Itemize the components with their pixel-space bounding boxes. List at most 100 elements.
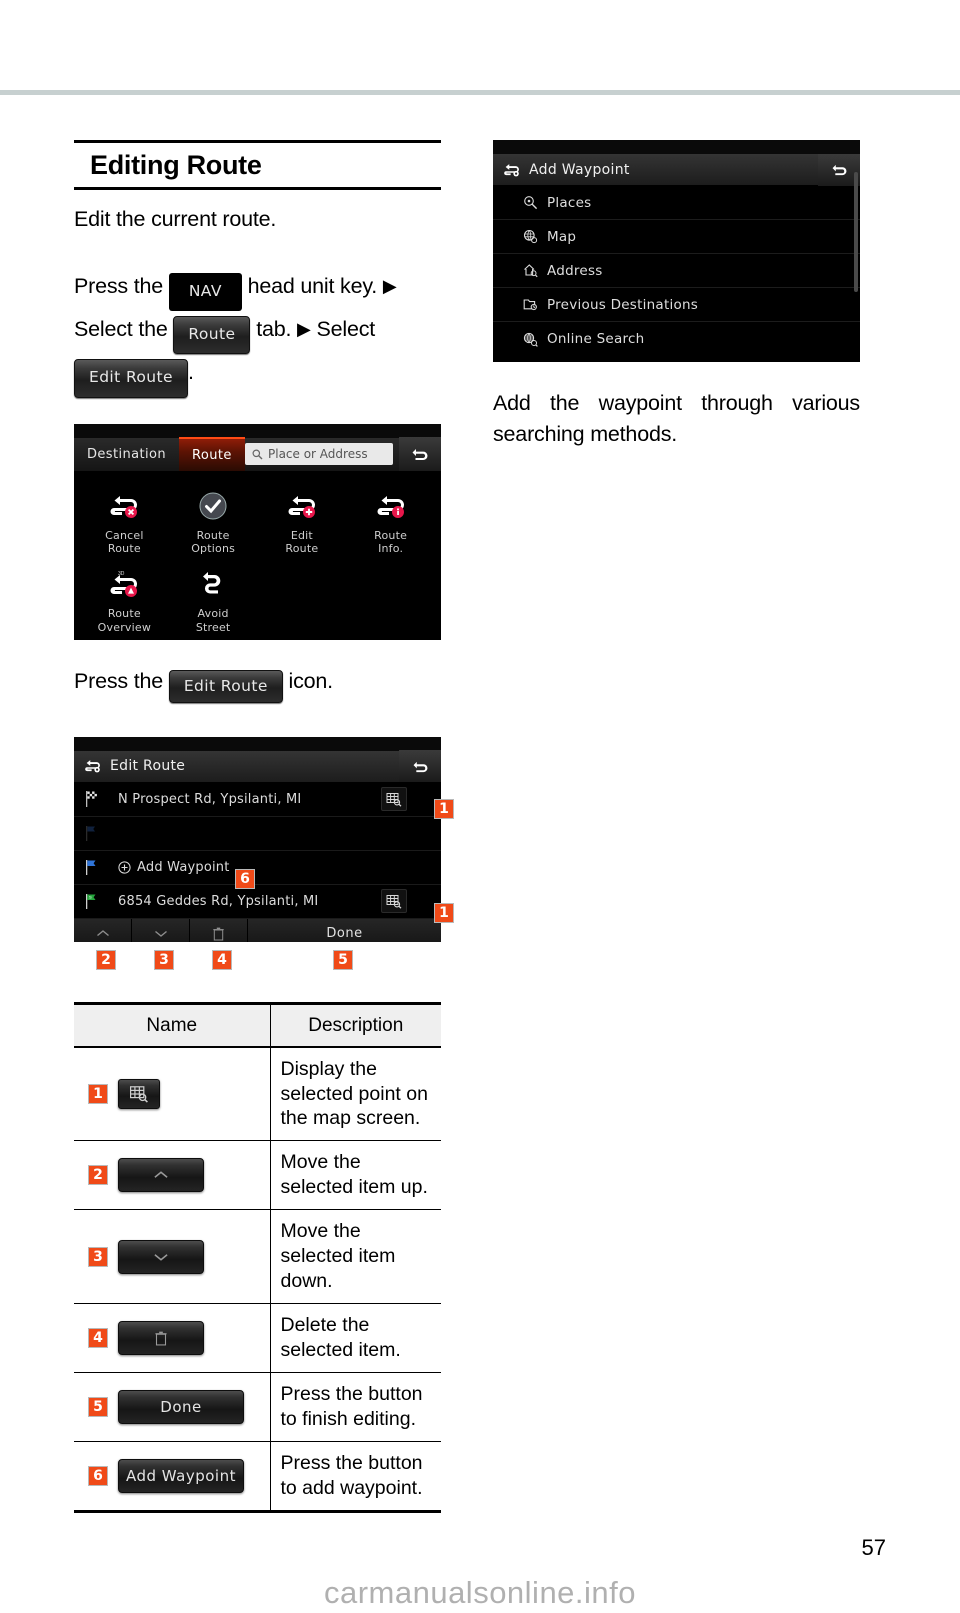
edit-route-row-empty <box>74 817 441 851</box>
add-waypoint-button-sample-label: Add Waypoint <box>125 1466 236 1485</box>
step-period: . <box>187 360 194 385</box>
search-input[interactable]: Place or Address <box>245 443 393 466</box>
route-info-icon <box>346 486 435 526</box>
grid-item-cancel-route[interactable]: Cancel Route <box>80 486 169 557</box>
tab-destination[interactable]: Destination <box>74 437 179 471</box>
device-top-strip <box>74 423 441 438</box>
back-arrow-icon-2 <box>412 760 429 773</box>
online-search-icon <box>523 332 538 347</box>
search-icon <box>252 449 263 460</box>
callout-badge-3: 3 <box>154 949 174 970</box>
delete-button-sample[interactable] <box>118 1321 204 1356</box>
places-search-icon <box>523 195 538 210</box>
grid-item-edit-route[interactable]: Edit Route <box>258 486 347 557</box>
step-text-3: Select the <box>74 317 168 342</box>
row-badge-1: 1 <box>88 1084 108 1104</box>
back-button[interactable] <box>399 437 441 472</box>
chevron-up-icon-sample <box>153 1170 169 1180</box>
tab-route[interactable]: Route <box>179 437 245 472</box>
left-column: Editing Route Edit the current route. Pr… <box>74 140 454 1513</box>
svg-text:S: S <box>89 895 92 900</box>
device-top-strip-3 <box>493 140 860 154</box>
grid-item-route-options[interactable]: Route Options <box>169 486 258 557</box>
column-header-name: Name <box>74 1003 271 1048</box>
waypoint-label-address: Address <box>547 262 603 279</box>
edit-route-toolbar: Done <box>74 918 441 942</box>
row-badge-3: 3 <box>88 1246 108 1267</box>
green-flag-icon: S <box>84 892 118 910</box>
grid-item-avoid-street[interactable]: Avoid Street <box>169 564 258 635</box>
trash-icon <box>213 927 224 941</box>
nav-key-chip: NAV <box>168 273 242 312</box>
list-scrollbar[interactable] <box>854 172 858 292</box>
grid-label-route-options: Route Options <box>191 528 236 556</box>
table-row: 5 Done Press the button to finish editin… <box>74 1372 441 1443</box>
section-heading: Editing Route <box>74 140 441 190</box>
waypoint-label-places: Places <box>547 194 592 211</box>
table-cell-desc-6: Press the button to add waypoint. <box>280 1452 423 1499</box>
delete-button[interactable] <box>190 918 248 942</box>
page-number: 57 <box>861 1535 886 1560</box>
edit-route-row-destination[interactable]: N Prospect Rd, Ypsilanti, MI <box>74 783 441 817</box>
chevron-up-icon <box>96 929 110 938</box>
nav-tab-bar: Destination Route Place or Address <box>74 437 441 472</box>
description-table: Name Description 1 Display the selected … <box>74 1001 441 1513</box>
table-row: 6 Add Waypoint Press the button to add w… <box>74 1441 441 1512</box>
grid-item-route-info[interactable]: Route Info. <box>346 486 435 557</box>
grid-label-route-info: Route Info. <box>374 528 408 556</box>
edit-route-back-button[interactable] <box>399 750 441 783</box>
route-options-icon <box>169 486 258 526</box>
edit-route-row-start[interactable]: S 6854 Geddes Rd, Ypsilanti, MI <box>74 885 441 919</box>
add-waypoint-title: Add Waypoint <box>529 161 630 178</box>
table-cell-desc-1: Display the selected point on the map sc… <box>270 1046 441 1142</box>
map-view-button-2[interactable] <box>381 889 407 914</box>
done-button-sample[interactable]: Done <box>118 1390 244 1425</box>
waypoint-menu-item-previous-destinations[interactable]: Previous Destinations <box>493 288 860 322</box>
cancel-route-icon <box>80 486 169 526</box>
edit-route-row-text-4: 6854 Geddes Rd, Ypsilanti, MI <box>118 893 319 909</box>
row-badge-5: 5 <box>88 1397 108 1418</box>
waypoint-menu-item-address[interactable]: Address <box>493 254 860 288</box>
grid-item-route-overview[interactable]: 3D Route Overview <box>80 564 169 635</box>
add-waypoint-icon <box>502 163 522 177</box>
waypoint-label-online-search: Online Search <box>547 331 645 347</box>
done-button[interactable]: Done <box>248 918 441 942</box>
waypoint-label-previous-destinations: Previous Destinations <box>547 296 699 313</box>
screenshot-edit-route-wrapper: Edit Route N Prospect Rd, Ypsilanti, MI … <box>74 736 454 970</box>
table-cell-desc-5: Press the button to finish editing. <box>270 1372 441 1443</box>
row-badge-6: 6 <box>88 1465 108 1486</box>
waypoint-menu-item-online-search[interactable]: Online Search <box>493 322 860 356</box>
move-down-button-sample[interactable] <box>118 1239 204 1274</box>
step-text-5: Select <box>316 317 376 342</box>
table-header-row: Name Description <box>74 1003 441 1048</box>
move-up-button[interactable] <box>74 918 132 942</box>
screenshot-route-menu: Destination Route Place or Address Cance… <box>74 423 441 640</box>
edit-route-row-add-waypoint[interactable]: Add Waypoint <box>74 851 441 885</box>
move-up-button-sample[interactable] <box>118 1158 204 1193</box>
edit-route-chip-2: Edit Route <box>168 669 283 703</box>
page-title: Editing Route <box>90 150 262 180</box>
blue-flag-dim-icon <box>84 824 118 842</box>
add-waypoint-description: Add the waypoint through various searchi… <box>493 391 860 446</box>
grid-label-route-overview: Route Overview <box>97 607 152 634</box>
map-view-button-1[interactable] <box>381 787 407 812</box>
press-icon-before: Press the <box>74 668 164 693</box>
add-waypoint-title-group: Add Waypoint <box>493 162 630 178</box>
table-cell-desc-2: Move the selected item up. <box>270 1140 441 1211</box>
previous-destinations-icon <box>523 297 538 312</box>
steps-paragraph: Press the NAV head unit key. ▶ Select th… <box>74 268 441 398</box>
move-down-button[interactable] <box>132 918 190 942</box>
arrow-right-icon-2: ▶ <box>297 319 311 340</box>
waypoint-label-map: Map <box>547 228 577 245</box>
map-grid-search-icon-2 <box>386 894 402 909</box>
step-text-2: head unit key. <box>247 274 378 299</box>
table-cell-name-1: 1 <box>74 1046 271 1142</box>
waypoint-menu-item-places[interactable]: Places <box>493 186 860 220</box>
done-button-sample-label: Done <box>160 1398 202 1417</box>
waypoint-menu-item-map[interactable]: Map <box>493 220 860 254</box>
edit-route-chip-1: Edit Route <box>74 359 188 398</box>
add-waypoint-button-sample[interactable]: Add Waypoint <box>118 1458 244 1493</box>
callout-badge-6: 6 <box>235 868 255 889</box>
map-view-button-sample[interactable] <box>118 1079 160 1109</box>
table-cell-desc-3: Move the selected item down. <box>270 1209 441 1305</box>
